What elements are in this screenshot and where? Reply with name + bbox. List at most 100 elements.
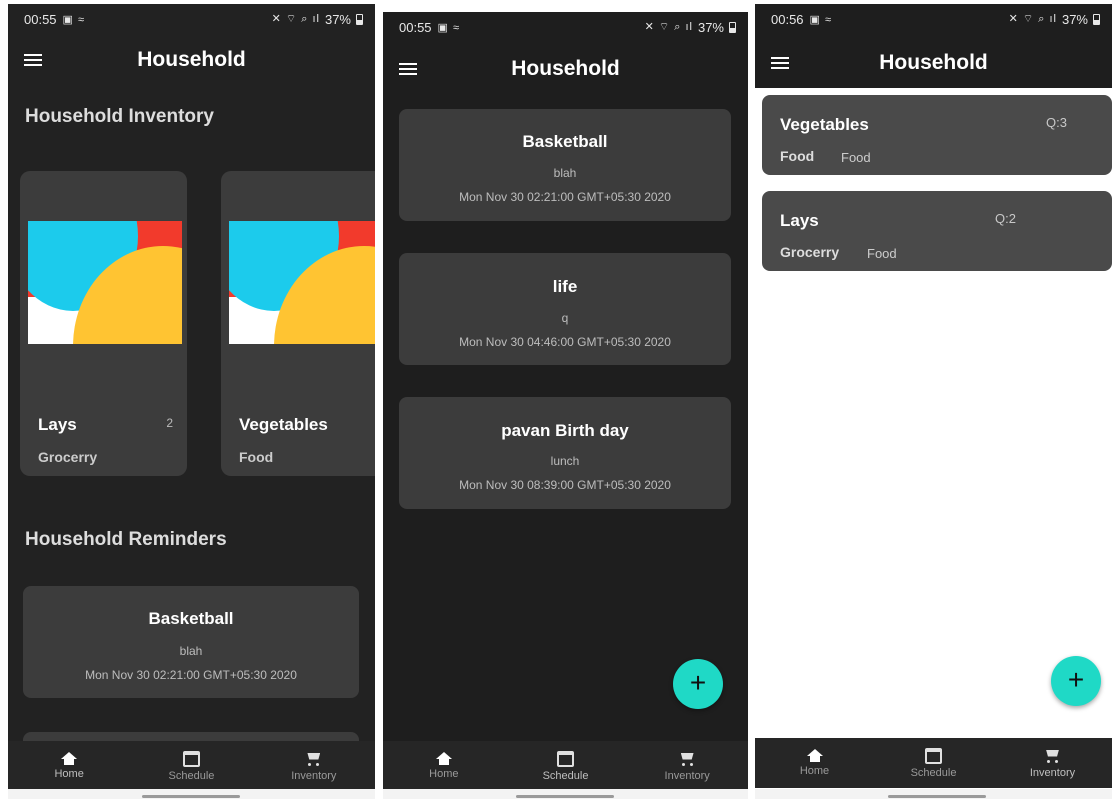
nav-home-label: Home [799,765,830,777]
bottom-navigation: Home Schedule Inventory [755,738,1112,788]
status-time: 00:56 [771,11,804,27]
menu-icon[interactable] [24,54,42,66]
item-name: Lays [38,415,77,434]
app-title: Household [137,48,246,71]
reminder-date: Mon Nov 30 02:21:00 GMT+05:30 2020 [85,668,297,682]
item-name: Vegetables [239,415,328,434]
inventory-screen: 00:56 ▣ ≈ ✕ ⌔ ⌕ ıl 37% Household Vegetab… [755,4,1112,799]
reminder-description: blah [179,644,203,658]
battery-icon [1093,13,1100,25]
notification-icons: ▣ ≈ [437,21,461,34]
status-bar: 00:56 ▣ ≈ ✕ ⌔ ⌕ ıl 37% [755,4,1112,34]
status-time: 00:55 [24,11,57,27]
nav-home-label: Home [429,768,459,780]
battery-percent: 37% [1061,11,1088,27]
cart-icon [1044,748,1061,764]
status-bar: 00:55 ▣ ≈ ✕ ⌔ ⌕ ıl 37% [8,4,375,34]
reminder-date: Mon Nov 30 02:21:00 GMT+05:30 2020 [459,190,671,204]
signal-icon: ✕ ⌔ ⌕ ıl [1008,13,1057,25]
reminder-date: Mon Nov 30 04:46:00 GMT+05:30 2020 [459,335,671,349]
home-icon [806,749,823,762]
reminder-title: Basketball [148,609,234,628]
battery-icon [729,21,736,33]
reminder-title: pavan Birth day [501,421,629,440]
inventory-heading: Household Inventory [25,106,214,127]
item-name: Vegetables [780,115,869,134]
notification-icons: ▣ ≈ [62,13,86,26]
nav-inventory-label: Inventory [1029,766,1076,779]
reminder-card[interactable]: pavan Birth day lunch Mon Nov 30 08:39:0… [399,397,731,509]
status-bar: 00:55 ▣ ≈ ✕ ⌔ ⌕ ıl 37% [383,12,748,42]
item-quantity: Q:3 [1046,115,1067,130]
cart-icon [679,751,696,767]
reminders-heading: Household Reminders [25,529,227,550]
add-item-button[interactable]: + [1051,656,1101,706]
item-category: Grocerry [780,244,840,260]
reminder-card[interactable]: life q Mon Nov 30 04:46:00 GMT+05:30 202… [399,253,731,365]
notification-icons: ▣ ≈ [809,13,833,26]
app-title: Household [511,57,620,80]
nav-home[interactable]: Home [755,738,874,788]
nav-home[interactable]: Home [383,741,505,791]
home-icon [435,752,452,765]
item-image [28,221,182,344]
item-name: Lays [780,211,819,230]
schedule-screen: 00:55 ▣ ≈ ✕ ⌔ ⌕ ıl 37% Household Basketb… [383,12,748,799]
reminder-title: Basketball [522,132,608,151]
item-category: Food [780,148,815,164]
item-category: Grocerry [38,449,98,465]
reminder-description: blah [553,166,577,180]
inventory-item-card[interactable]: Vegetables Q:3 Food Food [762,95,1112,175]
cart-icon [305,751,322,767]
item-image [229,221,375,344]
status-time: 00:55 [399,19,432,35]
gesture-bar[interactable] [142,795,240,798]
reminder-title: life [552,277,578,296]
nav-schedule-label: Schedule [168,769,215,782]
bottom-navigation: Home Schedule Inventory [8,741,375,791]
item-quantity: Q:2 [995,211,1016,226]
bottom-navigation: Home Schedule Inventory [383,741,748,791]
app-bar: Household [8,38,375,82]
reminder-card[interactable]: Basketball blah Mon Nov 30 02:21:00 GMT+… [399,109,731,221]
home-icon [61,752,78,765]
reminder-description: q [561,311,569,325]
calendar-icon [925,747,942,764]
reminder-date: Mon Nov 30 08:39:00 GMT+05:30 2020 [459,478,671,492]
menu-icon[interactable] [771,57,789,69]
gesture-bar[interactable] [888,795,986,798]
nav-inventory[interactable]: Inventory [993,738,1112,788]
nav-inventory-label: Inventory [291,769,337,782]
inventory-card[interactable]: Vegetables 3 Food [221,171,375,476]
inventory-item-card[interactable]: Lays Q:2 Grocerry Food [762,191,1112,271]
signal-icon: ✕ ⌔ ⌕ ıl [644,21,693,33]
calendar-icon [182,750,200,767]
home-screen: 00:55 ▣ ≈ ✕ ⌔ ⌕ ıl 37% Household Househo… [8,4,375,799]
nav-schedule-label: Schedule [542,769,589,782]
reminder-card[interactable]: Basketball blah Mon Nov 30 02:21:00 GMT+… [23,586,359,698]
item-type: Food [841,150,871,165]
app-title: Household [879,51,988,74]
calendar-icon [557,750,574,767]
signal-icon: ✕ ⌔ ⌕ ıl [271,13,320,25]
app-bar: Household [383,47,748,91]
reminder-description: lunch [550,454,580,468]
item-type: Food [867,246,897,261]
nav-schedule[interactable]: Schedule [505,741,627,791]
nav-schedule[interactable]: Schedule [130,741,252,791]
inventory-card[interactable]: Lays 2 Grocerry [20,171,187,476]
nav-inventory[interactable]: Inventory [626,741,748,791]
menu-icon[interactable] [399,63,417,75]
gesture-bar[interactable] [516,795,614,798]
battery-percent: 37% [324,11,351,27]
battery-icon [356,13,363,25]
add-reminder-button[interactable]: + [673,659,723,709]
nav-schedule-label: Schedule [910,766,957,779]
app-bar: Household [755,41,1112,85]
nav-home[interactable]: Home [8,741,130,791]
nav-schedule[interactable]: Schedule [874,738,993,788]
battery-percent: 37% [697,19,724,35]
nav-inventory[interactable]: Inventory [253,741,375,791]
item-quantity: 2 [166,416,173,430]
nav-inventory-label: Inventory [664,769,710,782]
